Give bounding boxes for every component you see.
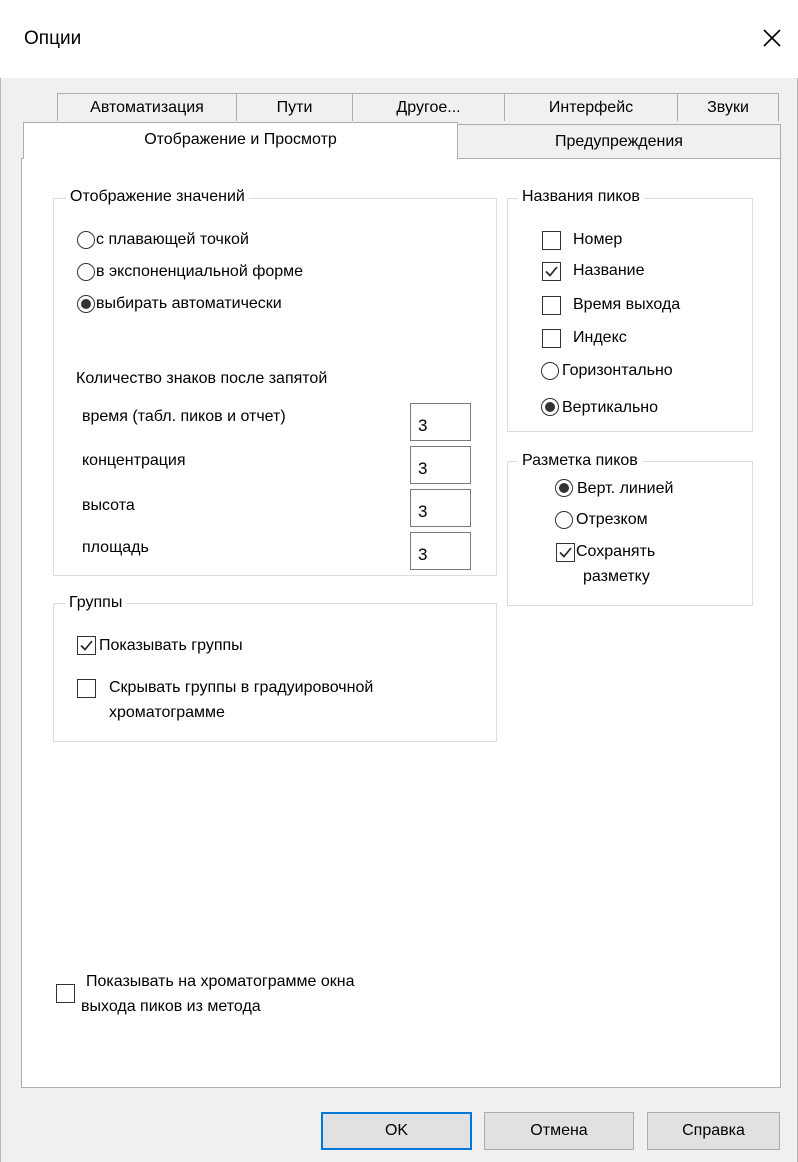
radio-vertical-line-label: Верт. линией	[577, 480, 674, 497]
checkmark-icon	[80, 640, 93, 651]
checkbox-number-label: Номер	[573, 231, 623, 248]
tab-paths[interactable]: Пути	[236, 93, 353, 121]
checkbox-show-groups-label: Показывать группы	[99, 637, 243, 654]
checkbox-save-marking[interactable]	[556, 543, 575, 562]
checkbox-show-windows[interactable]	[56, 984, 75, 1003]
window-border-left	[0, 78, 1, 1162]
title-bar	[0, 0, 798, 78]
tab-interface[interactable]: Интерфейс	[504, 93, 678, 121]
checkbox-show-groups[interactable]	[77, 636, 96, 655]
radio-floating-point[interactable]	[77, 231, 95, 249]
tab-display-view[interactable]: Отображение и Просмотр	[23, 122, 458, 159]
checkbox-hide-groups-label-line2: хроматограмме	[109, 704, 225, 721]
tab-sounds[interactable]: Звуки	[677, 93, 779, 121]
checkbox-save-marking-label-line1: Сохранять	[576, 543, 656, 560]
decimals-height-input[interactable]	[410, 489, 471, 527]
tab-other[interactable]: Другое...	[352, 93, 505, 121]
help-button[interactable]: Справка	[647, 1112, 780, 1150]
close-icon[interactable]	[752, 18, 792, 58]
checkbox-hide-groups[interactable]	[77, 679, 96, 698]
radio-vertical-label: Вертикально	[562, 399, 659, 416]
radio-vertical[interactable]	[541, 398, 559, 416]
radio-vertical-line[interactable]	[555, 479, 573, 497]
radio-horizontal[interactable]	[541, 362, 559, 380]
checkbox-name-label: Название	[573, 262, 645, 279]
decimals-area-label: площадь	[82, 539, 149, 556]
decimals-concentration-input[interactable]	[410, 446, 471, 484]
decimals-concentration-label: концентрация	[82, 452, 186, 469]
decimals-heading: Количество знаков после запятой	[76, 370, 328, 387]
decimals-time-label: время (табл. пиков и отчет)	[82, 408, 286, 425]
checkbox-retention-time-label: Время выхода	[573, 296, 681, 313]
tab-automation[interactable]: Автоматизация	[57, 93, 237, 121]
peak-names-legend: Названия пиков	[518, 188, 644, 206]
value-display-legend: Отображение значений	[66, 188, 249, 206]
tab-warnings[interactable]: Предупреждения	[457, 124, 781, 158]
radio-floating-point-label: с плавающей точкой	[96, 231, 249, 248]
decimals-time-input[interactable]	[410, 403, 471, 441]
checkbox-index[interactable]	[542, 329, 561, 348]
radio-auto-label: выбирать автоматически	[96, 295, 282, 312]
checkbox-save-marking-label-line2: разметку	[583, 568, 650, 585]
checkbox-hide-groups-label-line1: Скрывать группы в градуировочной	[109, 679, 374, 696]
window-title: Опции	[24, 28, 82, 49]
checkbox-show-windows-label-line2: выхода пиков из метода	[81, 998, 261, 1015]
checkbox-show-windows-label-line1: Показывать на хроматограмме окна	[86, 973, 355, 990]
checkmark-icon	[559, 547, 572, 558]
checkbox-retention-time[interactable]	[542, 296, 561, 315]
radio-segment-label: Отрезком	[576, 511, 648, 528]
peak-marking-legend: Разметка пиков	[518, 452, 642, 470]
cancel-button[interactable]: Отмена	[484, 1112, 634, 1150]
radio-auto[interactable]	[77, 295, 95, 313]
decimals-area-input[interactable]	[410, 532, 471, 570]
radio-exponential-label: в экспоненциальной форме	[96, 263, 304, 280]
radio-segment[interactable]	[555, 511, 573, 529]
checkbox-index-label: Индекс	[573, 329, 627, 346]
checkbox-number[interactable]	[542, 231, 561, 250]
radio-exponential[interactable]	[77, 263, 95, 281]
checkbox-name[interactable]	[542, 262, 561, 281]
groups-legend: Группы	[65, 594, 127, 612]
ok-button[interactable]: OK	[321, 1112, 472, 1150]
radio-horizontal-label: Горизонтально	[562, 362, 673, 379]
decimals-height-label: высота	[82, 497, 135, 514]
checkmark-icon	[545, 266, 558, 277]
